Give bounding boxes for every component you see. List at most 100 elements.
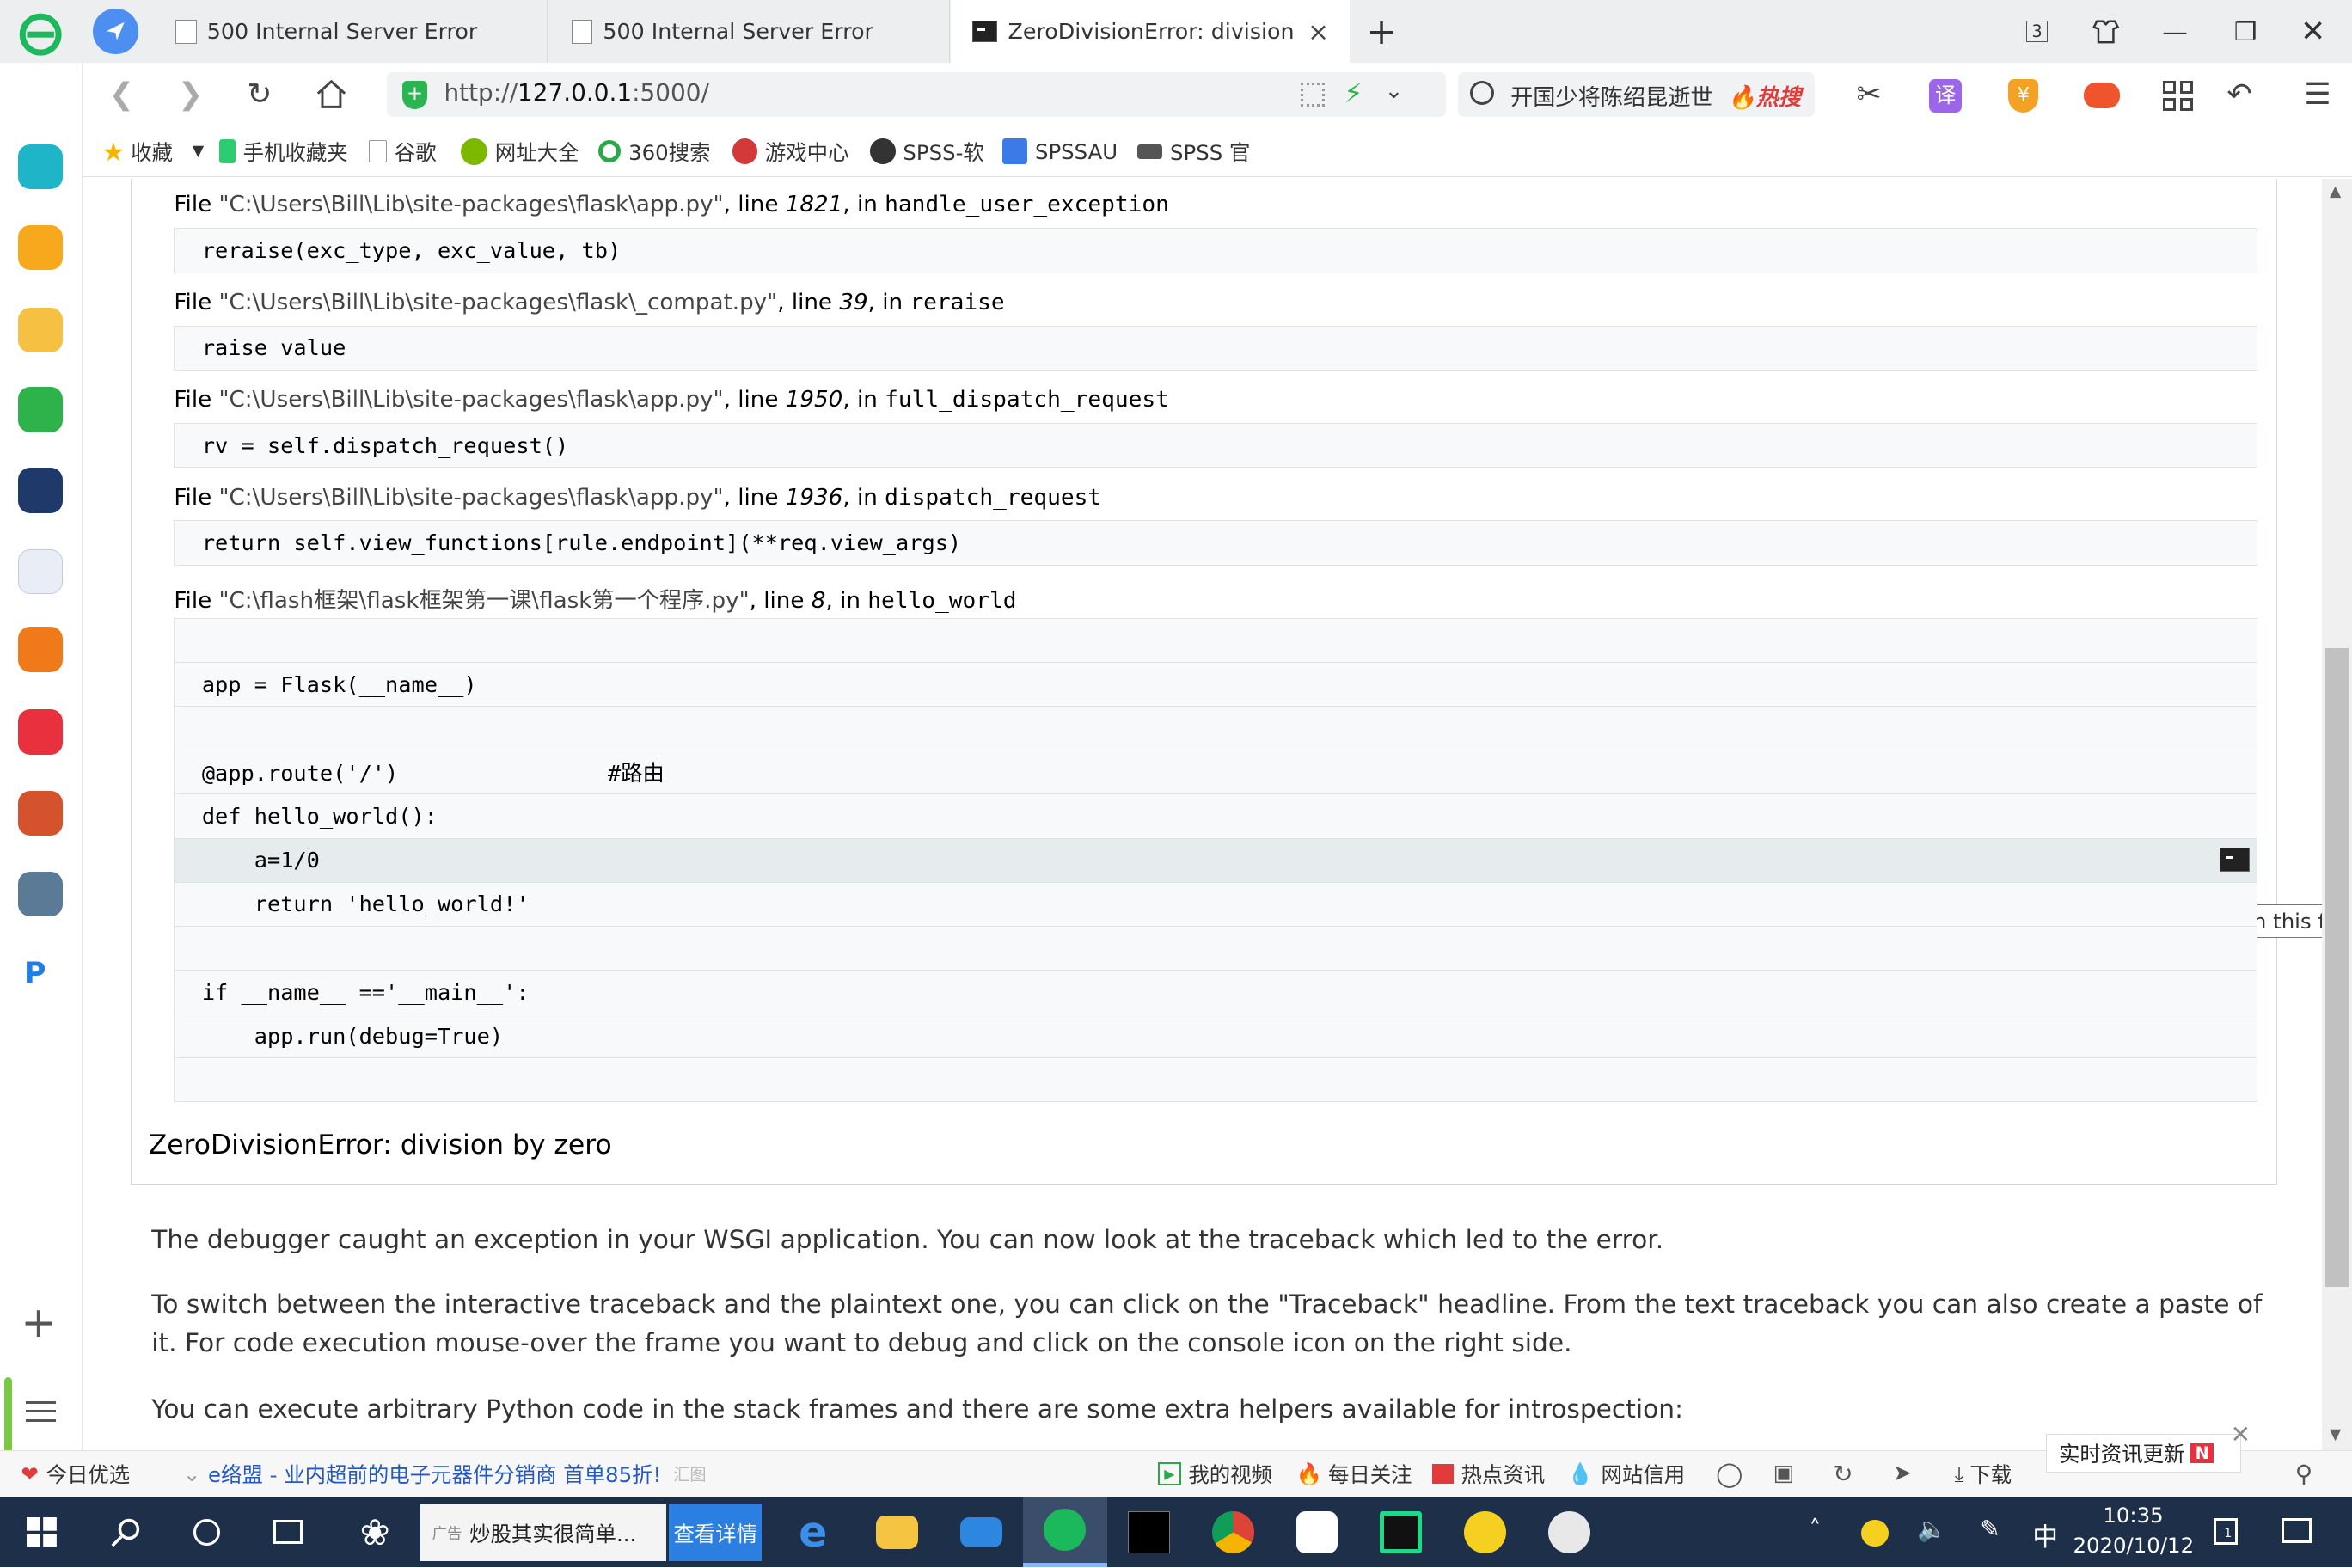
sidebar-add-icon[interactable]: + bbox=[21, 1302, 56, 1344]
frame-code-line[interactable]: reraise(exc_type, exc_value, tb) bbox=[174, 228, 2258, 273]
bookmark-spss-official[interactable]: SPSS 官 bbox=[1136, 126, 1250, 177]
show-hidden-icons[interactable]: ˄ bbox=[1809, 1515, 1821, 1543]
reload-button[interactable]: ↻ bbox=[231, 63, 288, 126]
browser-icon[interactable] bbox=[1023, 1497, 1107, 1568]
bookmark-sites[interactable]: 网址大全 bbox=[460, 126, 579, 177]
clock-date[interactable]: 2020/10/12 bbox=[2073, 1533, 2194, 1558]
taskbar-ad-button[interactable]: 查看详情 bbox=[669, 1504, 763, 1562]
screenshot-icon[interactable]: ✂ bbox=[1841, 63, 1897, 126]
pycharm-icon[interactable] bbox=[1359, 1497, 1443, 1567]
bookmark-360[interactable]: 360搜索 bbox=[598, 126, 711, 177]
back-button[interactable]: ❮ bbox=[93, 63, 150, 126]
refresh-icon[interactable]: ↻ bbox=[1833, 1450, 1853, 1497]
app-icon[interactable] bbox=[1443, 1497, 1528, 1567]
frame-code-line[interactable]: raise value bbox=[174, 325, 2258, 371]
action-center-icon[interactable] bbox=[2281, 1517, 2312, 1544]
search-icon[interactable] bbox=[84, 1497, 168, 1567]
current-source-line[interactable]: a=1/0 bbox=[174, 837, 2258, 883]
cortana-icon[interactable] bbox=[165, 1497, 249, 1567]
forward-button[interactable]: ❯ bbox=[162, 63, 218, 126]
home-button[interactable] bbox=[303, 63, 359, 126]
clock-time[interactable]: 10:35 bbox=[2103, 1503, 2163, 1528]
notification-icon[interactable]: 1 bbox=[2214, 1517, 2239, 1546]
sidebar-app-icon[interactable] bbox=[17, 144, 64, 189]
frame-header[interactable]: File "C:\Users\Bill\Lib\site-packages\fl… bbox=[174, 387, 1168, 413]
navigate-icon[interactable] bbox=[93, 9, 138, 54]
sidebar-app-icon[interactable] bbox=[17, 709, 64, 755]
url-text[interactable]: http://127.0.0.1:5000/ bbox=[444, 78, 708, 107]
minimize-button[interactable]: — bbox=[2141, 0, 2209, 63]
tab-2[interactable]: 500 Internal Server Error bbox=[550, 0, 950, 64]
app-icon[interactable] bbox=[1275, 1497, 1359, 1567]
translate-icon[interactable]: 译 bbox=[1928, 79, 1963, 113]
bookmark-games[interactable]: 游戏中心 bbox=[732, 126, 849, 177]
source-line[interactable]: app.run(debug=True) bbox=[174, 1014, 2258, 1059]
sidebar-app-icon[interactable] bbox=[17, 468, 64, 513]
mail-icon[interactable] bbox=[939, 1497, 1023, 1567]
shield-icon[interactable]: ◯ bbox=[1716, 1450, 1743, 1497]
sidebar-weibo-icon[interactable] bbox=[17, 307, 64, 353]
file-explorer-icon[interactable] bbox=[855, 1497, 940, 1567]
scroll-down-arrow[interactable]: ▼ bbox=[2330, 1426, 2341, 1443]
address-dropdown-icon[interactable]: ⌄ bbox=[1385, 78, 1404, 104]
sidebar-mail-icon[interactable] bbox=[17, 387, 64, 432]
status-ad[interactable]: ⌄ e络盟 - 业内超前的电子元器件分销商 首单85折! 汇图 bbox=[183, 1450, 707, 1497]
source-line[interactable]: return 'hello_world!' bbox=[174, 881, 2258, 927]
hot-news[interactable]: 热点资讯 bbox=[1432, 1450, 1545, 1497]
skin-icon[interactable] bbox=[2072, 0, 2141, 63]
qr-code-icon[interactable] bbox=[1300, 82, 1325, 107]
apps-grid-icon[interactable] bbox=[2163, 81, 2194, 112]
my-videos[interactable]: ▶ 我的视频 bbox=[1158, 1450, 1272, 1497]
close-tab-icon[interactable]: × bbox=[1308, 16, 1329, 46]
bookmark-spssau[interactable]: SPSSAU bbox=[1001, 126, 1118, 177]
bookmark-spss[interactable]: SPSS-软 bbox=[870, 126, 984, 177]
sidebar-menu-icon[interactable] bbox=[25, 1400, 56, 1423]
sidebar-game-icon[interactable] bbox=[17, 871, 64, 917]
rocket-icon[interactable]: ➤ bbox=[1893, 1450, 1912, 1497]
frame-code-line[interactable]: rv = self.dispatch_request() bbox=[174, 423, 2258, 469]
source-line[interactable] bbox=[174, 925, 2258, 971]
source-line[interactable]: if __name__ =='__main__': bbox=[174, 969, 2258, 1015]
source-line[interactable] bbox=[174, 1057, 2258, 1103]
tray-app-icon[interactable] bbox=[1861, 1519, 1889, 1547]
source-line[interactable]: def hello_world(): bbox=[174, 793, 2258, 839]
search-text[interactable]: 开国少将陈绍昆逝世 bbox=[1510, 79, 1712, 112]
tab-count-button[interactable]: 3 bbox=[2002, 0, 2071, 63]
maximize-button[interactable]: ❐ bbox=[2211, 0, 2280, 63]
sidebar-novel-icon[interactable] bbox=[17, 627, 64, 672]
game-icon[interactable] bbox=[2083, 82, 2120, 108]
frame-header[interactable]: File "C:\flash框架\flask框架第一课\flask第一个程序.p… bbox=[174, 582, 1016, 615]
sidebar-game-icon[interactable] bbox=[17, 790, 64, 836]
sidebar-doc-icon[interactable] bbox=[17, 548, 64, 594]
console-icon[interactable] bbox=[2220, 847, 2251, 872]
pen-icon[interactable]: ✎ bbox=[1980, 1515, 2000, 1543]
frame-header[interactable]: File "C:\Users\Bill\Lib\site-packages\fl… bbox=[174, 192, 1168, 217]
close-popup-icon[interactable]: ✕ bbox=[2231, 1420, 2251, 1449]
scrollbar-thumb[interactable] bbox=[2324, 647, 2349, 1288]
frame-header[interactable]: File "C:\Users\Bill\Lib\site-packages\fl… bbox=[174, 485, 1101, 511]
source-line[interactable]: @app.route('/') #路由 bbox=[174, 750, 2258, 795]
scroll-up-arrow[interactable]: ▲ bbox=[2330, 183, 2341, 200]
pinwheel-icon[interactable]: ❀ bbox=[333, 1497, 417, 1567]
bookmark-mobile[interactable]: 手机收藏夹 bbox=[218, 126, 348, 177]
tab-3-active[interactable]: ZeroDivisionError: division by × bbox=[951, 0, 1351, 64]
bookmark-google[interactable]: 谷歌 bbox=[369, 126, 437, 177]
close-window-button[interactable]: ✕ bbox=[2279, 0, 2348, 63]
chrome-icon[interactable] bbox=[1191, 1497, 1275, 1567]
task-view-icon[interactable] bbox=[246, 1497, 330, 1567]
frame-code-line[interactable]: return self.view_functions[rule.endpoint… bbox=[174, 520, 2258, 566]
start-button[interactable] bbox=[0, 1497, 84, 1567]
source-line[interactable] bbox=[174, 706, 2258, 751]
source-line[interactable] bbox=[174, 617, 2258, 664]
terminal-icon[interactable] bbox=[1107, 1497, 1191, 1567]
sidebar-favorites-icon[interactable] bbox=[17, 224, 64, 271]
image-icon[interactable]: ▣ bbox=[1773, 1450, 1794, 1497]
search-icon[interactable]: ⚲ bbox=[2295, 1450, 2312, 1497]
edge-icon[interactable]: e bbox=[771, 1497, 855, 1567]
taskbar-ad[interactable]: 广告 炒股其实很简单... bbox=[420, 1504, 666, 1562]
chevron-down-icon[interactable]: ▼ bbox=[193, 143, 204, 160]
app-icon[interactable] bbox=[1527, 1497, 1611, 1567]
speed-mode-icon[interactable]: ⚡ bbox=[1344, 78, 1363, 109]
bookmark-favorites[interactable]: ★ 收藏 ▼ bbox=[102, 126, 204, 177]
site-credit[interactable]: 💧 网站信用 bbox=[1567, 1450, 1685, 1497]
